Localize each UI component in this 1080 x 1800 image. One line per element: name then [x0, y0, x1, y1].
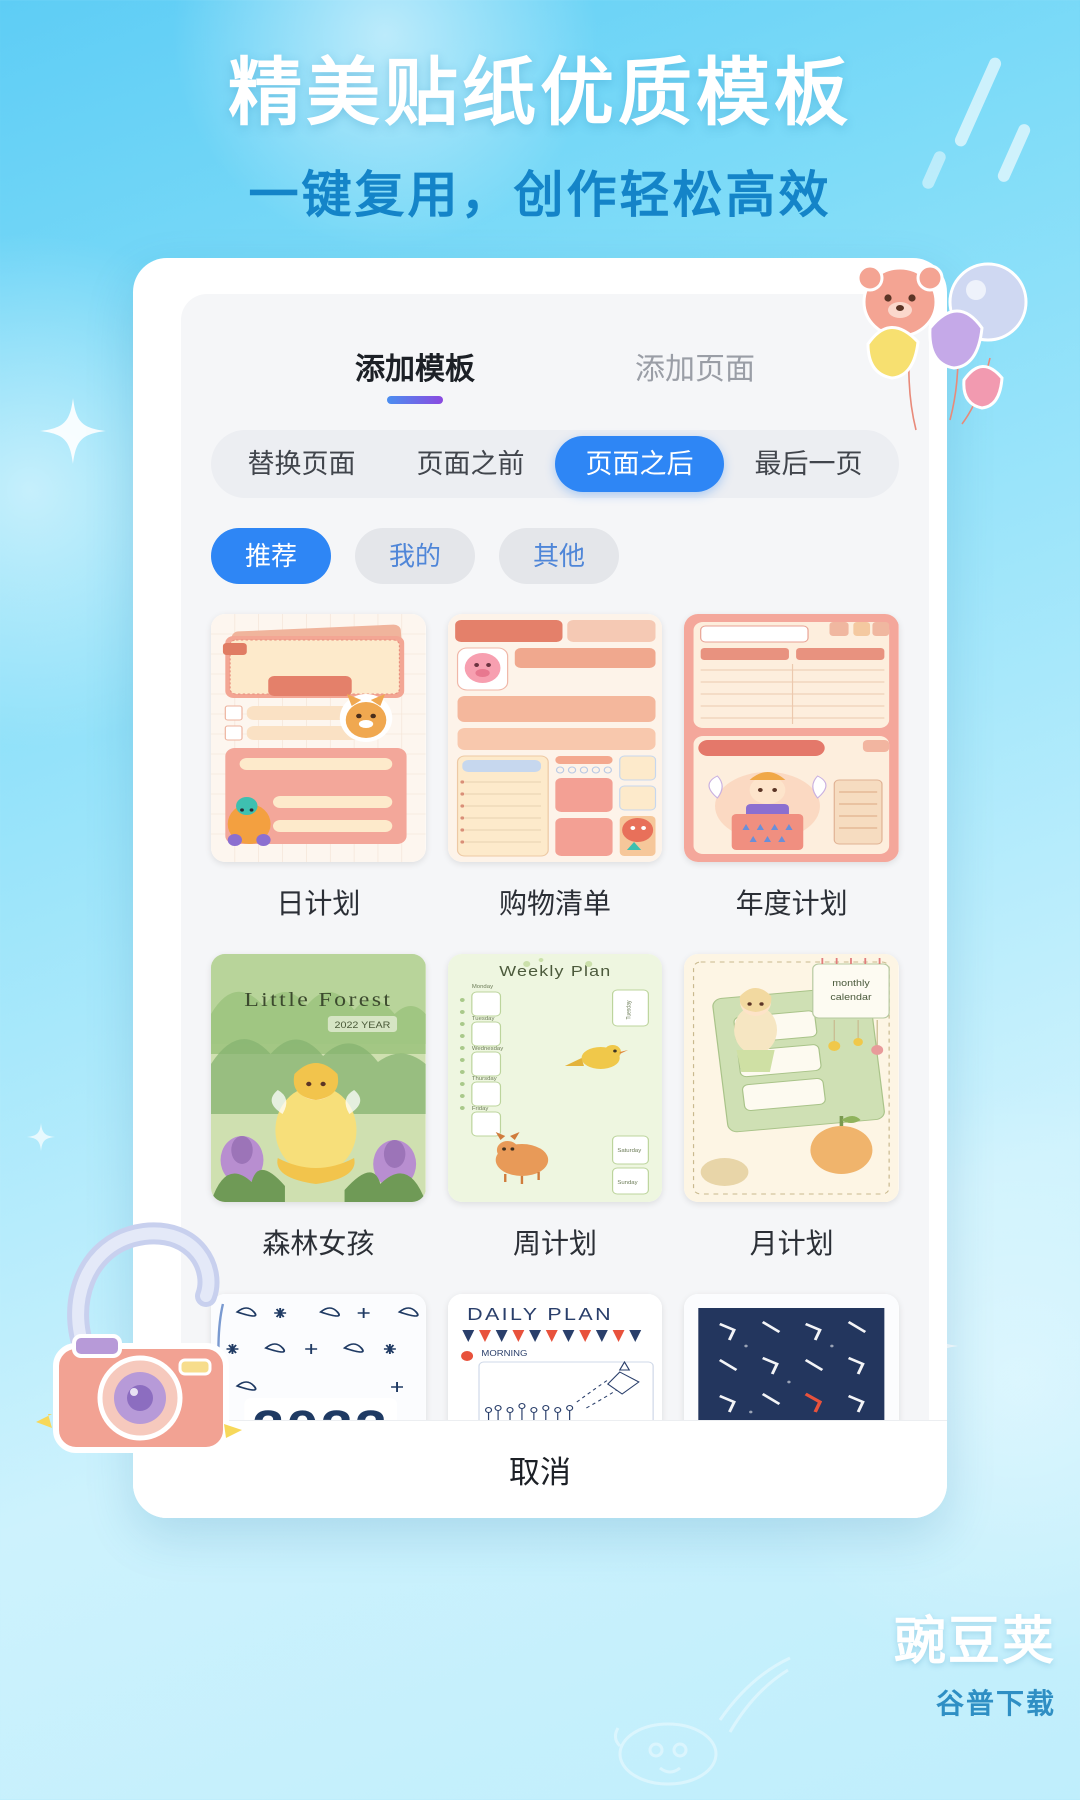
cancel-button[interactable]: 取消: [509, 1447, 571, 1492]
page-subtitle: 一键复用，创作轻松高效: [248, 166, 832, 223]
watermark-site: 谷普下载: [935, 1688, 1056, 1719]
segment-after-page[interactable]: 页面之后: [555, 436, 724, 492]
svg-text:DAILY PLAN: DAILY PLAN: [467, 1305, 613, 1325]
svg-text:calendar: calendar: [831, 993, 873, 1003]
template-card[interactable]: monthly calendar 月计划: [684, 954, 899, 1288]
dialog-tabs: 添加模板 添加页面: [181, 294, 929, 404]
template-thumbnail-forest-girl[interactable]: Little Forest 2022 YEAR: [211, 954, 426, 1202]
chip-other[interactable]: 其他: [499, 528, 620, 584]
svg-text:Sunday: Sunday: [617, 1180, 637, 1185]
svg-text:2022 YEAR: 2022 YEAR: [335, 1021, 391, 1031]
segment-before-page[interactable]: 页面之前: [386, 436, 555, 492]
svg-text:Weekly Plan: Weekly Plan: [499, 963, 611, 979]
template-name: 月计划: [749, 1228, 834, 1259]
svg-text:Wednesday: Wednesday: [472, 1046, 504, 1051]
watermark-brand: 豌豆荚: [893, 1613, 1056, 1671]
template-card[interactable]: 日计划: [211, 614, 426, 948]
svg-text:Saturday: Saturday: [617, 1148, 641, 1153]
tab-add-page[interactable]: 添加页面: [635, 344, 755, 404]
category-chip-group: 推荐 我的 其他: [181, 498, 929, 584]
dialog-sheet: 添加模板 添加页面 替换页面 页面之前 页面之后 最后一页 推荐 我的 其他 日…: [181, 294, 929, 1518]
template-thumbnail-shopping-pink[interactable]: [447, 614, 663, 862]
segmented-control: 替换页面 页面之前 页面之后 最后一页: [211, 430, 899, 498]
svg-text:monthly: monthly: [833, 979, 871, 989]
svg-text:Friday: Friday: [472, 1106, 489, 1111]
template-name: 日计划: [276, 888, 361, 919]
template-name: 森林女孩: [262, 1228, 375, 1259]
hero-section: 精美贴纸优质模板 一键复用，创作轻松高效: [0, 51, 1080, 227]
sparkle-icon: [38, 396, 108, 466]
svg-text:Little Forest: Little Forest: [244, 988, 392, 1011]
template-name: 购物清单: [498, 888, 611, 919]
segment-replace-page[interactable]: 替换页面: [217, 436, 386, 492]
template-name: 年度计划: [735, 888, 848, 919]
template-picker-dialog: 添加模板 添加页面 替换页面 页面之前 页面之后 最后一页 推荐 我的 其他 日…: [133, 258, 947, 1518]
template-name: 周计划: [512, 1228, 597, 1259]
template-thumbnail-monthly-green[interactable]: monthly calendar: [684, 954, 899, 1202]
template-card[interactable]: Weekly Plan Monday Tuesday Wednesday Thurs…: [447, 954, 663, 1288]
page-title: 精美贴纸优质模板: [228, 51, 852, 134]
template-card[interactable]: 年度计划: [684, 614, 899, 948]
dialog-footer: 取消: [133, 1420, 947, 1518]
goose-sticker: [610, 1650, 810, 1790]
template-thumbnail-daily-pink[interactable]: [211, 614, 426, 862]
svg-text:Thursday: Thursday: [472, 1076, 497, 1081]
segment-last-page[interactable]: 最后一页: [724, 436, 893, 492]
tab-label: 添加模板: [355, 353, 475, 386]
template-thumbnail-yearly-pink[interactable]: [684, 614, 899, 862]
svg-text:Tuesday: Tuesday: [626, 1000, 633, 1019]
svg-text:Monday: Monday: [472, 984, 493, 989]
chip-recommended[interactable]: 推荐: [211, 528, 332, 584]
tab-add-template[interactable]: 添加模板: [355, 344, 475, 404]
template-card[interactable]: Little Forest 2022 YEAR 森林女孩: [211, 954, 426, 1288]
template-card[interactable]: 购物清单: [447, 614, 663, 948]
sparkle-icon: [24, 1120, 58, 1154]
insert-position-group: 替换页面 页面之前 页面之后 最后一页: [181, 404, 929, 498]
svg-text:Tuesday: Tuesday: [472, 1016, 495, 1021]
watermark: 豌豆荚 谷普下载: [894, 1599, 1056, 1722]
template-grid: 日计划 购物清单 年度计划 Little Forest 2022 YEAR 森林…: [181, 584, 929, 1518]
svg-text:MORNING: MORNING: [481, 1349, 527, 1358]
template-thumbnail-weekly-green[interactable]: Weekly Plan Monday Tuesday Wednesday Thurs…: [447, 954, 663, 1202]
tab-label: 添加页面: [635, 353, 755, 386]
chip-mine[interactable]: 我的: [355, 528, 476, 584]
